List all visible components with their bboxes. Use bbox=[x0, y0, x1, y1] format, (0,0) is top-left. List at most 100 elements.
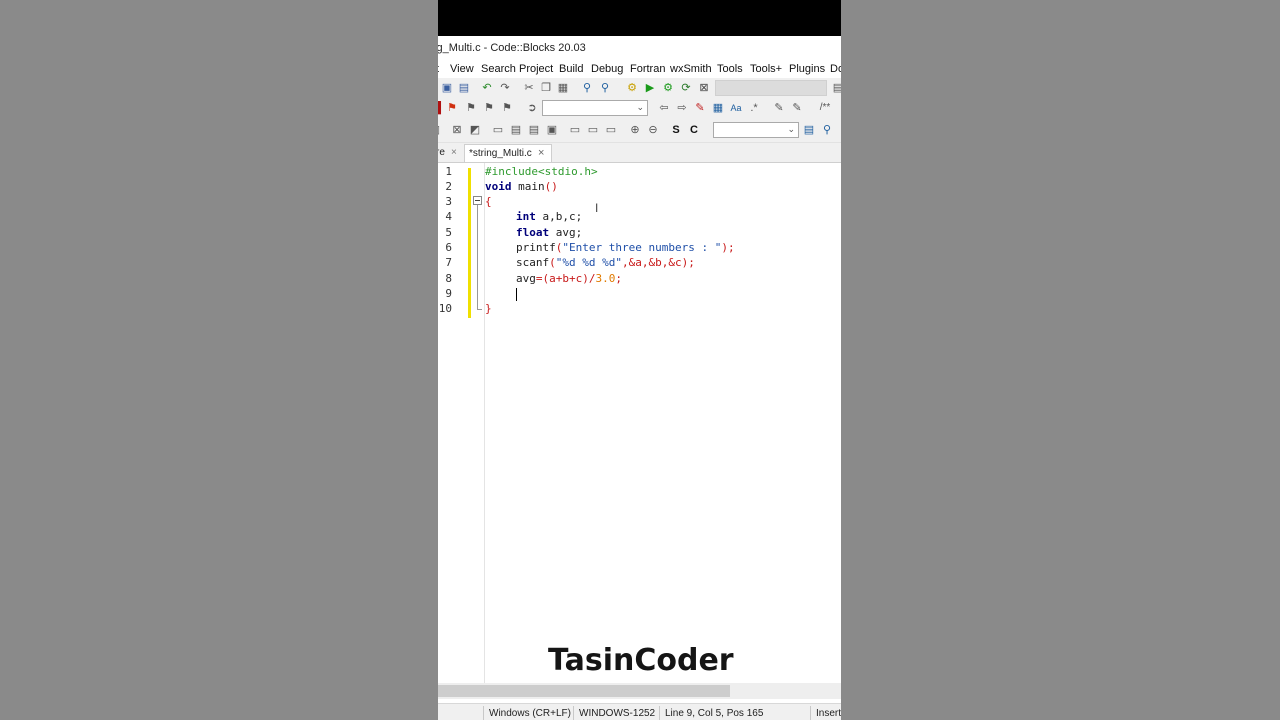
string-literal: "Enter three numbers : " bbox=[562, 241, 722, 254]
line-endings-status: Windows (CR+LF) bbox=[489, 708, 571, 719]
build-icon[interactable]: ⚙ bbox=[625, 81, 639, 95]
symbol-combo[interactable]: ⌄ bbox=[713, 122, 799, 138]
line-number: 5 bbox=[445, 226, 452, 239]
uncomment-icon[interactable]: ✎ bbox=[790, 101, 804, 115]
shape4-icon[interactable]: ▤ bbox=[527, 123, 541, 137]
identifier: avg; bbox=[549, 226, 583, 239]
copy-icon[interactable]: ❐ bbox=[539, 81, 553, 95]
tab-previous[interactable]: re bbox=[438, 147, 445, 158]
tab-string-multi[interactable]: *string_Multi.c × bbox=[464, 144, 552, 162]
menu-build[interactable]: Build bbox=[559, 63, 583, 75]
zoom-in-icon[interactable]: ⊕ bbox=[628, 123, 642, 137]
menu-project[interactable]: Project bbox=[519, 63, 553, 75]
abort-icon[interactable]: ⊠ bbox=[697, 81, 711, 95]
scrollbar-thumb[interactable] bbox=[438, 685, 730, 697]
match-case-icon[interactable]: Aa bbox=[729, 101, 743, 115]
identifier: a,b,c; bbox=[535, 210, 583, 223]
save-all-icon[interactable]: ▤ bbox=[457, 81, 471, 95]
fold-line bbox=[477, 205, 478, 310]
paren: ); bbox=[721, 241, 735, 254]
save-icon[interactable]: ▣ bbox=[440, 81, 454, 95]
tab-close-icon[interactable]: × bbox=[538, 147, 544, 159]
rebuild-icon[interactable]: ⟳ bbox=[679, 81, 693, 95]
cut-icon[interactable]: ✂ bbox=[522, 81, 536, 95]
preprocessor-directive: #include<stdio.h> bbox=[485, 165, 598, 178]
menu-tools[interactable]: Tools bbox=[717, 63, 743, 75]
menu-fortran[interactable]: Fortran bbox=[630, 63, 665, 75]
menu-tools-plus[interactable]: Tools+ bbox=[750, 63, 782, 75]
strike-icon[interactable]: S bbox=[669, 123, 683, 137]
redo-icon[interactable]: ↷ bbox=[498, 81, 512, 95]
changed-lines-marker bbox=[468, 168, 471, 318]
keyword: int bbox=[516, 210, 536, 223]
highlight-icon[interactable]: ✎ bbox=[693, 101, 707, 115]
status-separator bbox=[573, 706, 574, 720]
rect2-icon[interactable]: ▭ bbox=[568, 123, 582, 137]
bookmark-next-icon[interactable]: ⚑ bbox=[482, 101, 496, 115]
line-number: 4 bbox=[445, 210, 452, 223]
code-editor[interactable]: 1 2 3 4 5 6 7 8 9 10 #include<stdio.h> v… bbox=[438, 163, 841, 683]
menu-debug[interactable]: Debug bbox=[591, 63, 623, 75]
build-target-select[interactable] bbox=[715, 80, 827, 96]
tab-previous-close-icon[interactable]: × bbox=[451, 147, 457, 158]
doc-icon[interactable]: ▤ bbox=[802, 123, 816, 137]
shape2-icon[interactable]: ▭ bbox=[491, 123, 505, 137]
forward-icon[interactable]: ⇨ bbox=[675, 101, 689, 115]
window-title: ing_Multi.c - Code::Blocks 20.03 bbox=[438, 42, 586, 54]
horizontal-scrollbar[interactable] bbox=[438, 683, 841, 699]
code-line-6: printf("Enter three numbers : "); bbox=[516, 241, 735, 254]
replace-icon[interactable]: ⚲ bbox=[598, 81, 612, 95]
rect3-icon[interactable]: ▭ bbox=[586, 123, 600, 137]
arguments: ,&a,&b,&c); bbox=[621, 256, 695, 269]
find-icon[interactable]: ⚲ bbox=[580, 81, 594, 95]
toolbar-overflow-icon[interactable]: ▤ bbox=[831, 81, 841, 95]
rect4-icon[interactable]: ▭ bbox=[604, 123, 618, 137]
class-icon[interactable]: ▯ bbox=[438, 123, 444, 137]
tab-label: *string_Multi.c bbox=[469, 148, 532, 159]
operators: =(a+b+c)/ bbox=[535, 272, 596, 285]
line-number: 1 bbox=[445, 165, 452, 178]
back-icon[interactable]: ⇦ bbox=[657, 101, 671, 115]
status-bar: Windows (CR+LF) WINDOWS-1252 Line 9, Col… bbox=[438, 703, 841, 720]
shape1-icon[interactable]: ◩ bbox=[468, 123, 482, 137]
line-number: 10 bbox=[438, 302, 452, 315]
keyword: float bbox=[516, 226, 550, 239]
identifier: main bbox=[511, 180, 545, 193]
run-icon[interactable]: ▶ bbox=[643, 81, 657, 95]
code-line-8: avg=(a+b+c)/3.0; bbox=[516, 272, 622, 285]
fold-toggle-icon[interactable] bbox=[473, 196, 482, 205]
menu-wxsmith[interactable]: wxSmith bbox=[670, 63, 712, 75]
function-name: scanf bbox=[516, 256, 550, 269]
semicolon: ; bbox=[615, 272, 622, 285]
block-comment-icon[interactable]: /** bbox=[814, 101, 836, 115]
bookmark-prev-icon[interactable]: ⚑ bbox=[464, 101, 478, 115]
search-toolbar: ▌ ⚑ ⚑ ⚑ ⚑ ➲ ⌄ ⇦ ⇨ ✎ ▦ Aa .* ✎ ✎ /** bbox=[438, 98, 841, 121]
menu-plugins[interactable]: Plugins bbox=[789, 63, 825, 75]
menu-search[interactable]: Search bbox=[481, 63, 516, 75]
bookmark-toggle-icon[interactable]: ⚑ bbox=[445, 101, 459, 115]
magnify-icon[interactable]: ⚲ bbox=[820, 123, 834, 137]
line-number-gutter: 1 2 3 4 5 6 7 8 9 10 bbox=[438, 163, 485, 683]
undo-icon[interactable]: ↶ bbox=[480, 81, 494, 95]
paste-icon[interactable]: ▦ bbox=[556, 81, 570, 95]
editor-tab-bar: re × *string_Multi.c × bbox=[438, 143, 841, 163]
jump-icon[interactable]: ➲ bbox=[525, 101, 539, 115]
comment-icon[interactable]: ✎ bbox=[772, 101, 786, 115]
bookmark-clear-icon[interactable]: ⚑ bbox=[500, 101, 514, 115]
paren: ( bbox=[549, 256, 556, 269]
jump-combo[interactable]: ⌄ bbox=[542, 100, 648, 116]
build-run-icon[interactable]: ⚙ bbox=[661, 81, 675, 95]
code-line-10: } bbox=[485, 302, 492, 315]
shape3-icon[interactable]: ▤ bbox=[509, 123, 523, 137]
ibeam-cursor-icon: I bbox=[595, 201, 599, 215]
diagram-icon[interactable]: ⊠ bbox=[450, 123, 464, 137]
regex-icon[interactable]: .* bbox=[747, 101, 761, 115]
menu-edit[interactable]: t bbox=[438, 63, 439, 75]
menu-view[interactable]: View bbox=[450, 63, 474, 75]
identifier: avg bbox=[516, 272, 536, 285]
zoom-out-icon[interactable]: ⊖ bbox=[646, 123, 660, 137]
rect1-icon[interactable]: ▣ bbox=[545, 123, 559, 137]
menu-doxyblocks[interactable]: Do bbox=[830, 63, 841, 75]
c-icon[interactable]: C bbox=[687, 123, 701, 137]
select-icon[interactable]: ▦ bbox=[711, 101, 725, 115]
